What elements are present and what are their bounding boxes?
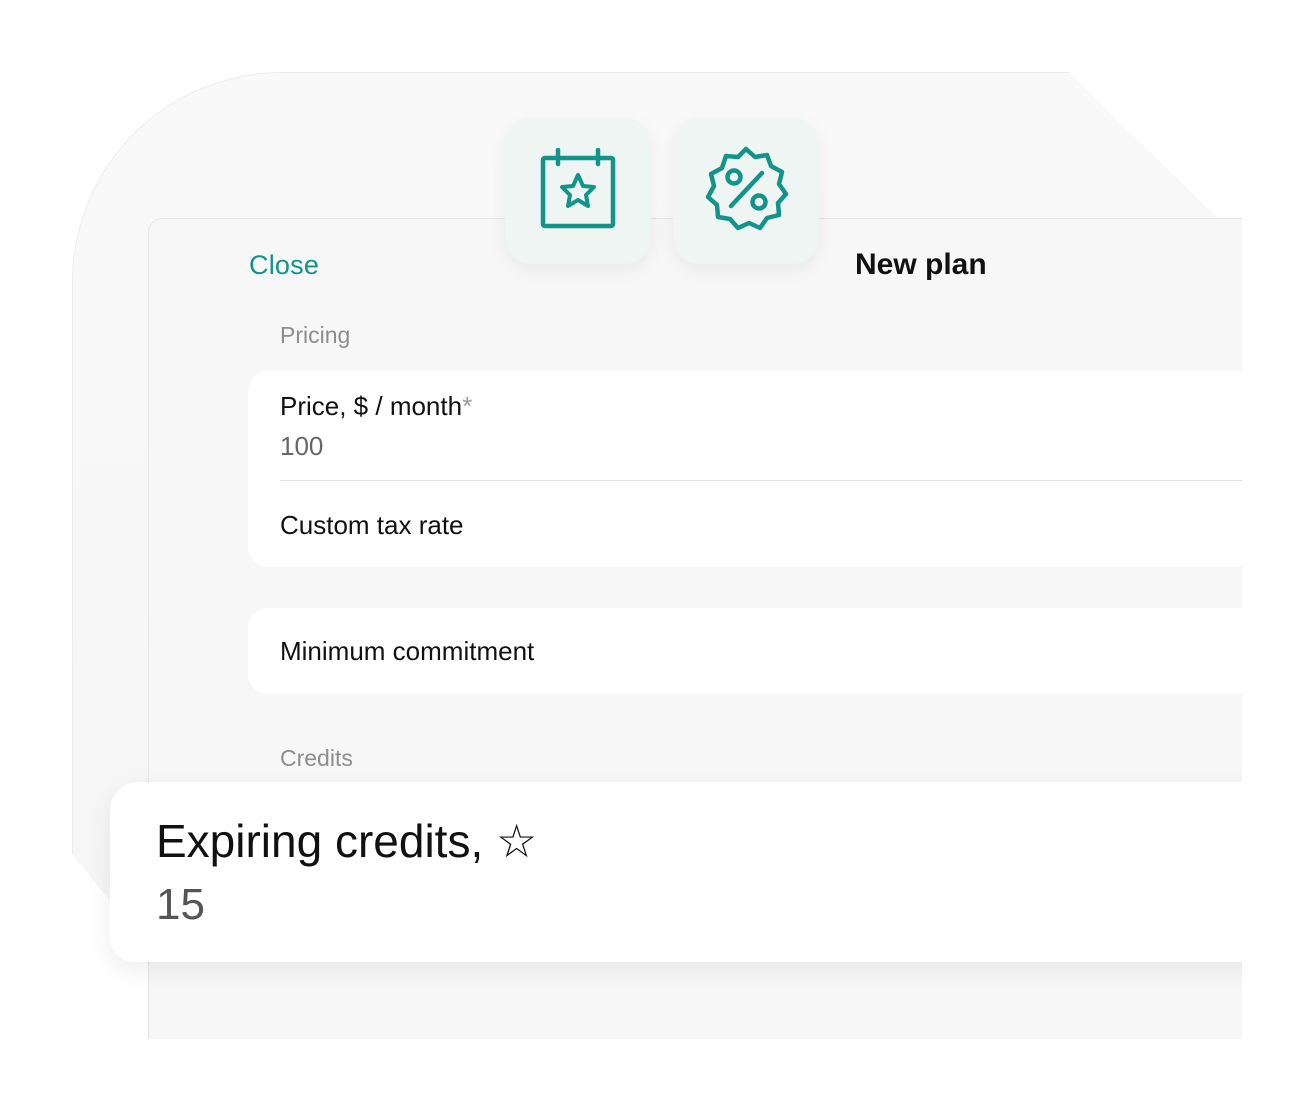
- minimum-commitment-row[interactable]: Minimum commitment: [280, 636, 534, 667]
- required-marker: *: [462, 391, 473, 421]
- calendar-star-icon: [539, 147, 617, 235]
- credits-section-label: Credits: [280, 745, 353, 771]
- calendar-tile[interactable]: [505, 118, 651, 264]
- price-field-label: Price, $ / month*: [280, 391, 473, 421]
- close-button[interactable]: Close: [249, 250, 319, 281]
- price-input[interactable]: 100: [280, 431, 323, 462]
- expiring-credits-input[interactable]: 15: [156, 880, 205, 930]
- percent-badge-icon: [701, 144, 791, 239]
- right-mask: [1242, 0, 1314, 1096]
- expiring-credits-label: Expiring credits, ☆: [156, 815, 538, 867]
- commitment-card: Minimum commitment: [248, 608, 1258, 694]
- divider: [280, 480, 1258, 481]
- page-title: New plan: [855, 248, 987, 281]
- stage: Close New plan Pricing Price, $ / month*…: [0, 0, 1314, 1096]
- pricing-section-label: Pricing: [280, 322, 351, 348]
- custom-tax-rate-row[interactable]: Custom tax rate: [280, 510, 464, 541]
- expiring-credits-card: Expiring credits, ☆ 15: [110, 782, 1270, 962]
- discount-tile[interactable]: [673, 118, 819, 264]
- pricing-card: Price, $ / month* 100 Custom tax rate: [248, 371, 1258, 567]
